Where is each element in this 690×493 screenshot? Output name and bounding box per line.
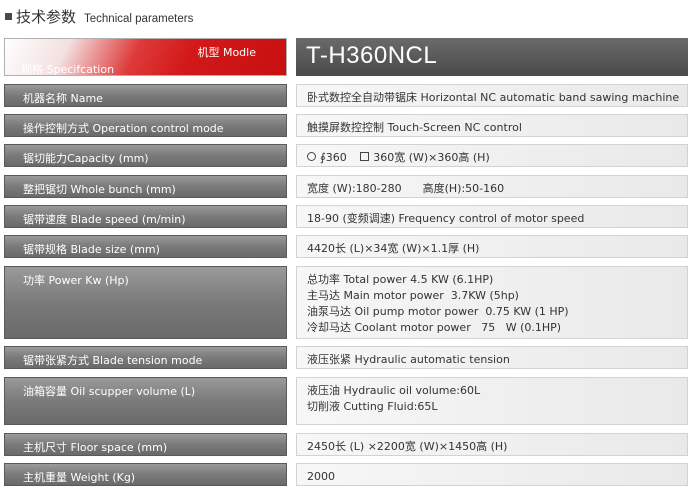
row-label: 锯带速度 Blade speed (m/min) <box>4 205 287 228</box>
capacity-square: 360宽 (W)×360高 (H) <box>373 151 490 164</box>
value-line: 油泵马达 Oil pump motor power 0.75 KW (1 HP) <box>307 305 569 318</box>
circle-icon <box>307 152 316 161</box>
row-value: 液压油 Hydraulic oil volume:60L 切削液 Cutting… <box>296 377 688 425</box>
row-value: 2000 <box>296 463 688 486</box>
spec-row-oil-volume: 油箱容量 Oil scupper volume (L) 液压油 Hydrauli… <box>4 377 688 425</box>
spec-row-weight: 主机重量 Weight (Kg) 2000 <box>4 463 688 486</box>
spec-row-whole-bunch: 整把锯切 Whole bunch (mm) 宽度 (W):180-280 高度(… <box>4 175 688 198</box>
square-icon <box>360 152 370 161</box>
row-label: 操作控制方式 Operation control mode <box>4 114 287 137</box>
row-value: 18-90 (变频调速) Frequency control of motor … <box>296 205 688 228</box>
section-heading: 技术参数 Technical parameters <box>5 6 193 30</box>
value-line: 卧式数控全自动带锯床 Horizontal NC automatic band … <box>307 91 680 104</box>
value-line: 主马达 Main motor power 3.7KW (5hp) <box>307 289 519 302</box>
heading-zh: 技术参数 <box>16 8 77 26</box>
value-line: 液压油 Hydraulic oil volume:60L <box>307 384 481 397</box>
row-value: ∮360 360宽 (W)×360高 (H) <box>296 144 688 167</box>
header-label-cell: 机型 Modle 规格 Specifcation <box>4 38 287 76</box>
model-value-cell: T-H360NCL <box>296 38 688 76</box>
value-line: 冷却马达 Coolant motor power 75 W (0.1HP) <box>307 321 562 334</box>
value-line: 2450长 (L) ×2200宽 (W)×1450高 (H) <box>307 440 508 453</box>
value-line: 18-90 (变频调速) Frequency control of motor … <box>307 212 585 225</box>
row-label: 主机重量 Weight (Kg) <box>4 463 287 486</box>
value-line: 触摸屏数控控制 Touch-Screen NC control <box>307 121 522 134</box>
row-label: 机器名称 Name <box>4 84 287 107</box>
spec-row-floor-space: 主机尺寸 Floor space (mm) 2450长 (L) ×2200宽 (… <box>4 433 688 456</box>
spec-row-blade-size: 锯带规格 Blade size (mm) 4420长 (L)×34宽 (W)×1… <box>4 235 688 258</box>
spec-row-control-mode: 操作控制方式 Operation control mode 触摸屏数控控制 To… <box>4 114 688 137</box>
row-value: 4420长 (L)×34宽 (W)×1.1厚 (H) <box>296 235 688 258</box>
value-line: 切削液 Cutting Fluid:65L <box>307 400 438 413</box>
spec-row-blade-speed: 锯带速度 Blade speed (m/min) 18-90 (变频调速) Fr… <box>4 205 688 228</box>
value-line: 宽度 (W):180-280 高度(H):50-160 <box>307 182 505 195</box>
value-line: 4420长 (L)×34宽 (W)×1.1厚 (H) <box>307 242 480 255</box>
row-label: 整把锯切 Whole bunch (mm) <box>4 175 287 198</box>
row-label: 主机尺寸 Floor space (mm) <box>4 433 287 456</box>
row-label: 油箱容量 Oil scupper volume (L) <box>4 377 287 425</box>
row-label: 锯带规格 Blade size (mm) <box>4 235 287 258</box>
value-line: 2000 <box>307 470 335 483</box>
capacity-round: ∮360 <box>320 151 347 164</box>
value-line: 液压张紧 Hydraulic automatic tension <box>307 353 510 366</box>
row-value: 2450长 (L) ×2200宽 (W)×1450高 (H) <box>296 433 688 456</box>
spec-row-name: 机器名称 Name 卧式数控全自动带锯床 Horizontal NC autom… <box>4 84 688 107</box>
value-line: 总功率 Total power 4.5 KW (6.1HP) <box>307 273 494 286</box>
model-value: T-H360NCL <box>306 42 438 69</box>
row-label: 功率 Power Kw (Hp) <box>4 266 287 339</box>
spec-row-capacity: 锯切能力Capacity (mm) ∮360 360宽 (W)×360高 (H) <box>4 144 688 167</box>
row-value: 液压张紧 Hydraulic automatic tension <box>296 346 688 369</box>
spec-row-blade-tension: 锯带张紧方式 Blade tension mode 液压张紧 Hydraulic… <box>4 346 688 369</box>
spec-row-power: 功率 Power Kw (Hp) 总功率 Total power 4.5 KW … <box>4 266 688 339</box>
row-value: 触摸屏数控控制 Touch-Screen NC control <box>296 114 688 137</box>
model-label: 机型 Modle <box>197 46 256 59</box>
square-bullet-icon <box>5 13 12 20</box>
heading-en: Technical parameters <box>84 13 194 25</box>
row-label: 锯切能力Capacity (mm) <box>4 144 287 167</box>
row-value: 卧式数控全自动带锯床 Horizontal NC automatic band … <box>296 84 688 107</box>
row-value: 宽度 (W):180-280 高度(H):50-160 <box>296 175 688 198</box>
spec-label: 规格 Specifcation <box>21 63 115 76</box>
row-value: 总功率 Total power 4.5 KW (6.1HP) 主马达 Main … <box>296 266 688 339</box>
row-label: 锯带张紧方式 Blade tension mode <box>4 346 287 369</box>
